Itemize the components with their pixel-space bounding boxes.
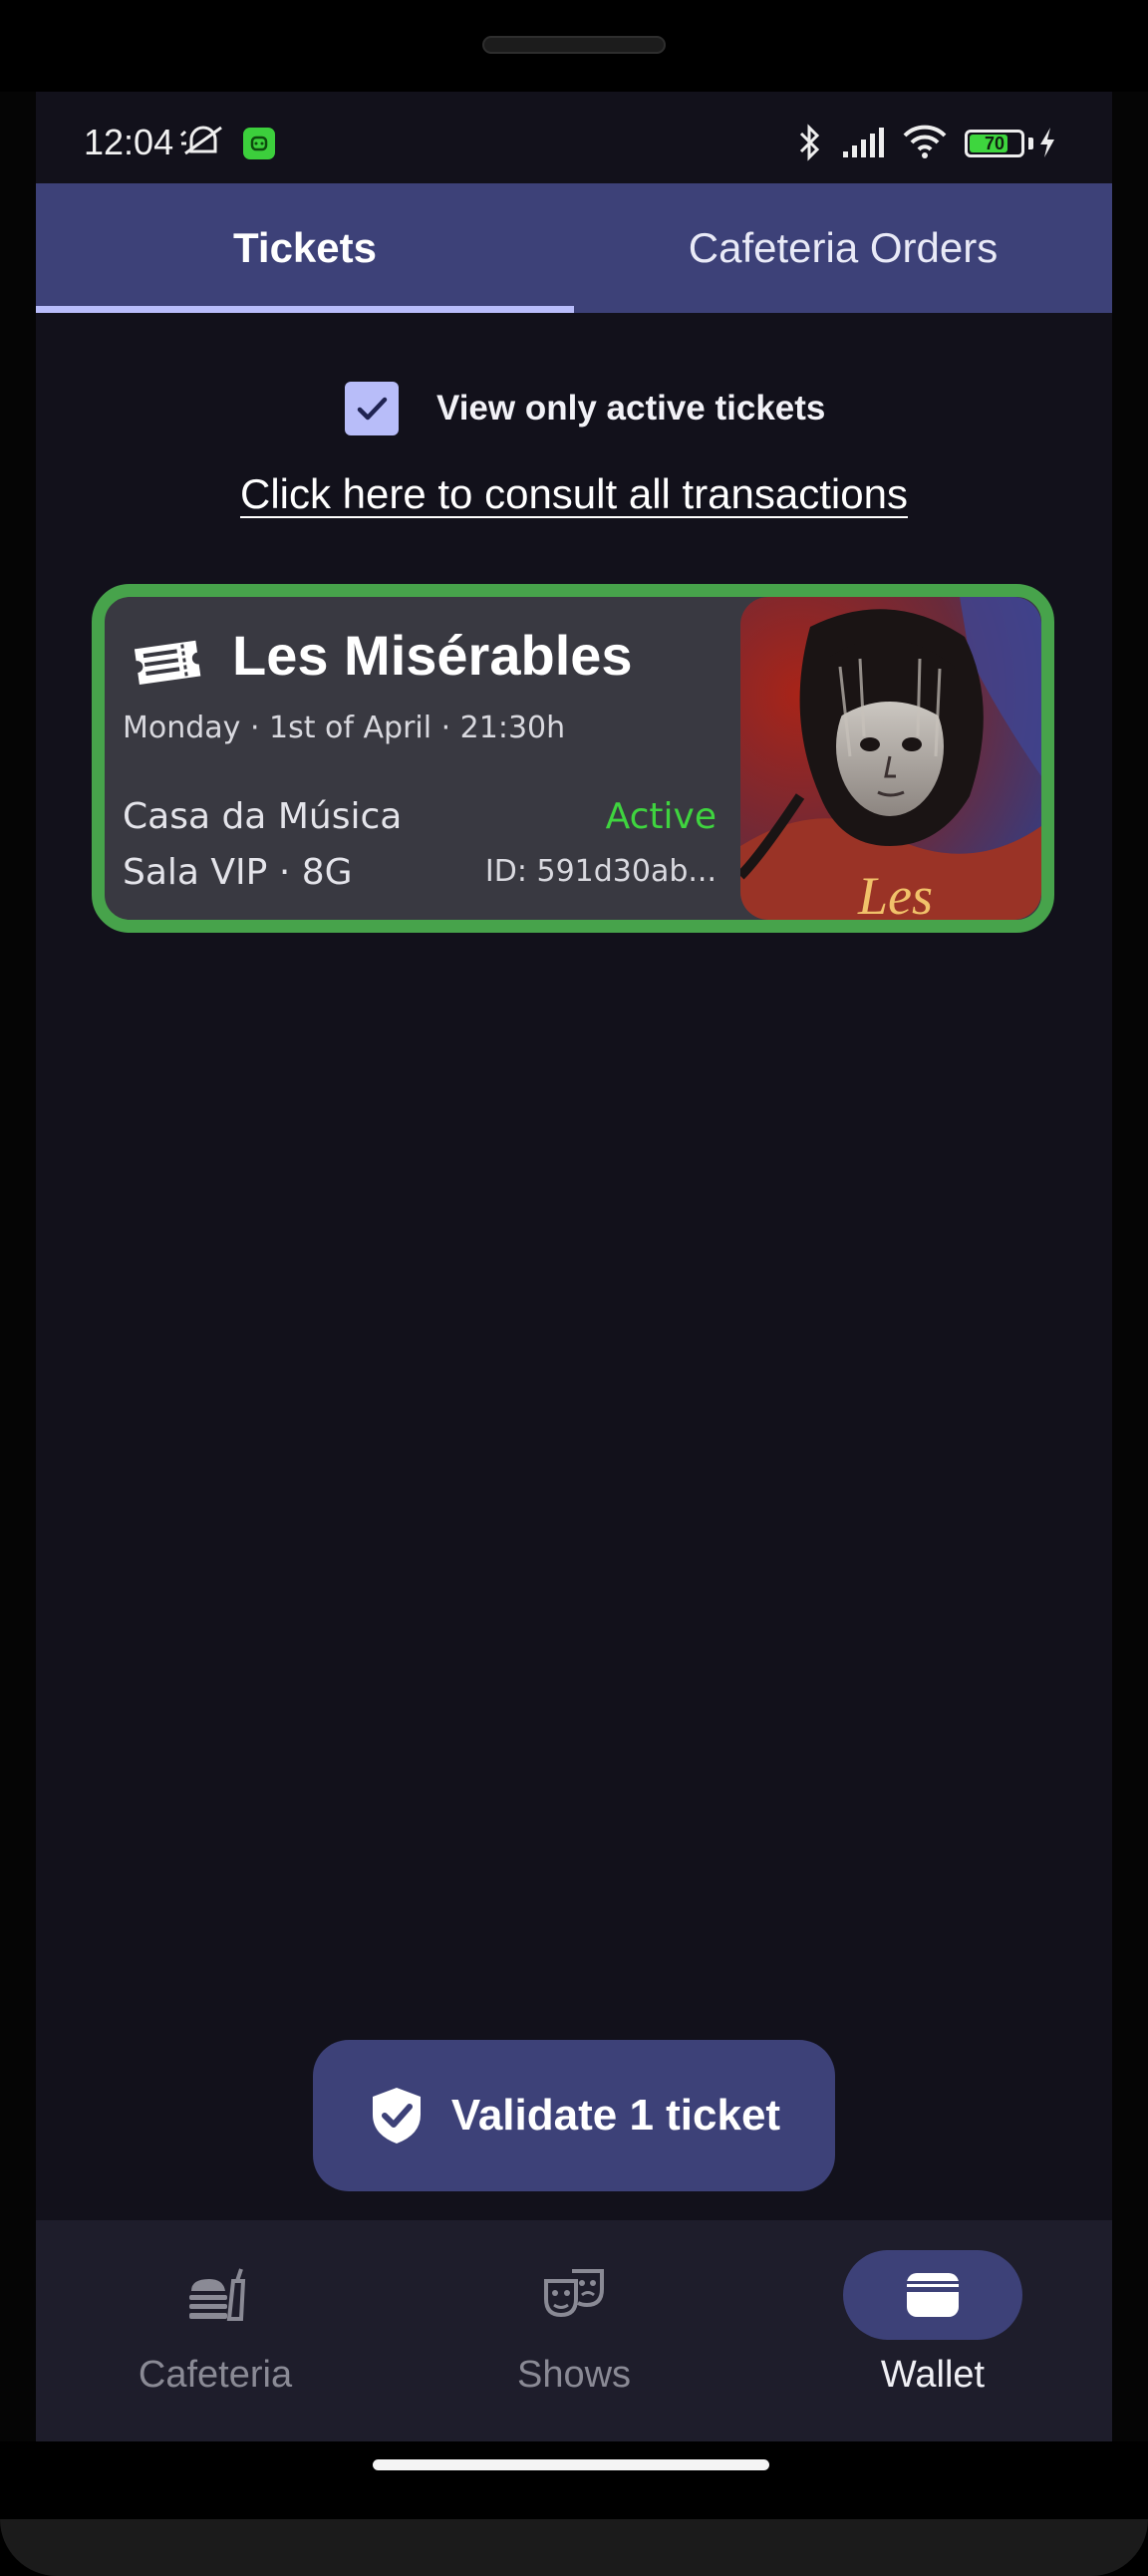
nav-shows-icon-wrap	[484, 2250, 664, 2340]
tab-cafeteria-orders[interactable]: Cafeteria Orders	[574, 183, 1112, 313]
poster-title-text: Les	[857, 866, 933, 920]
nav-label-shows: Shows	[516, 2354, 632, 2396]
bluetooth-icon	[799, 124, 820, 161]
battery-level: 70	[984, 134, 1005, 153]
nav-label-wallet: Wallet	[880, 2354, 986, 2396]
android-app-icon	[243, 128, 275, 159]
active-tab-indicator	[36, 306, 574, 313]
status-bar: 12:04 70	[36, 92, 1112, 183]
active-tickets-checkbox[interactable]	[345, 382, 399, 435]
ticket-title: Les Misérables	[232, 624, 633, 687]
active-tickets-filter[interactable]: View only active tickets	[345, 381, 825, 436]
validate-tickets-button[interactable]: Validate 1 ticket	[313, 2040, 835, 2191]
app-screen: 12:04 70 Tickets Cafeteria Orders View o…	[36, 92, 1112, 2441]
ticket-id: ID: 591d30ab...	[484, 854, 717, 889]
battery-icon: 70	[965, 130, 1024, 157]
bottom-navigation: Cafeteria Shows Wallet	[36, 2220, 1112, 2441]
nav-cafeteria-icon-wrap	[126, 2250, 305, 2340]
consult-transactions-link[interactable]: Click here to consult all transactions	[36, 470, 1112, 518]
nav-item-shows[interactable]: Shows	[395, 2220, 753, 2441]
phone-chin	[0, 2519, 1148, 2576]
validate-button-label: Validate 1 ticket	[450, 2091, 781, 2140]
battery-cap	[1028, 138, 1033, 149]
earpiece-speaker	[482, 36, 666, 54]
theater-masks-icon	[544, 2269, 604, 2318]
shield-check-icon	[372, 2088, 421, 2144]
checkmark-icon	[357, 397, 388, 421]
wifi-icon	[903, 125, 947, 158]
wallet-icon	[907, 2273, 959, 2317]
ticket-icon	[134, 640, 201, 685]
mute-alarm-icon	[179, 126, 222, 155]
ticket-status-badge: Active	[605, 796, 717, 837]
active-tickets-label: View only active tickets	[436, 389, 826, 428]
cafeteria-icon	[189, 2268, 246, 2321]
ticket-date: Monday · 1st of April · 21:30h	[123, 711, 566, 745]
show-poster-image: Les	[740, 597, 1041, 920]
nav-wallet-icon-wrap	[843, 2250, 1022, 2340]
tab-bar: Tickets Cafeteria Orders	[36, 183, 1112, 313]
nav-item-wallet[interactable]: Wallet	[753, 2220, 1112, 2441]
phone-top-bezel	[0, 0, 1148, 92]
tab-tickets[interactable]: Tickets	[36, 183, 574, 313]
ticket-seat: Sala VIP · 8G	[123, 852, 353, 893]
phone-frame: 12:04 70 Tickets Cafeteria Orders View o…	[0, 0, 1148, 2576]
nav-item-cafeteria[interactable]: Cafeteria	[36, 2220, 395, 2441]
ticket-venue: Casa da Música	[123, 796, 403, 837]
nav-label-cafeteria: Cafeteria	[138, 2354, 293, 2396]
status-time: 12:04	[84, 122, 174, 162]
signal-icon	[843, 128, 884, 157]
ticket-card[interactable]: Les Misérables Monday · 1st of April · 2…	[92, 584, 1054, 933]
home-indicator[interactable]	[373, 2459, 769, 2470]
charging-icon	[1040, 128, 1054, 157]
